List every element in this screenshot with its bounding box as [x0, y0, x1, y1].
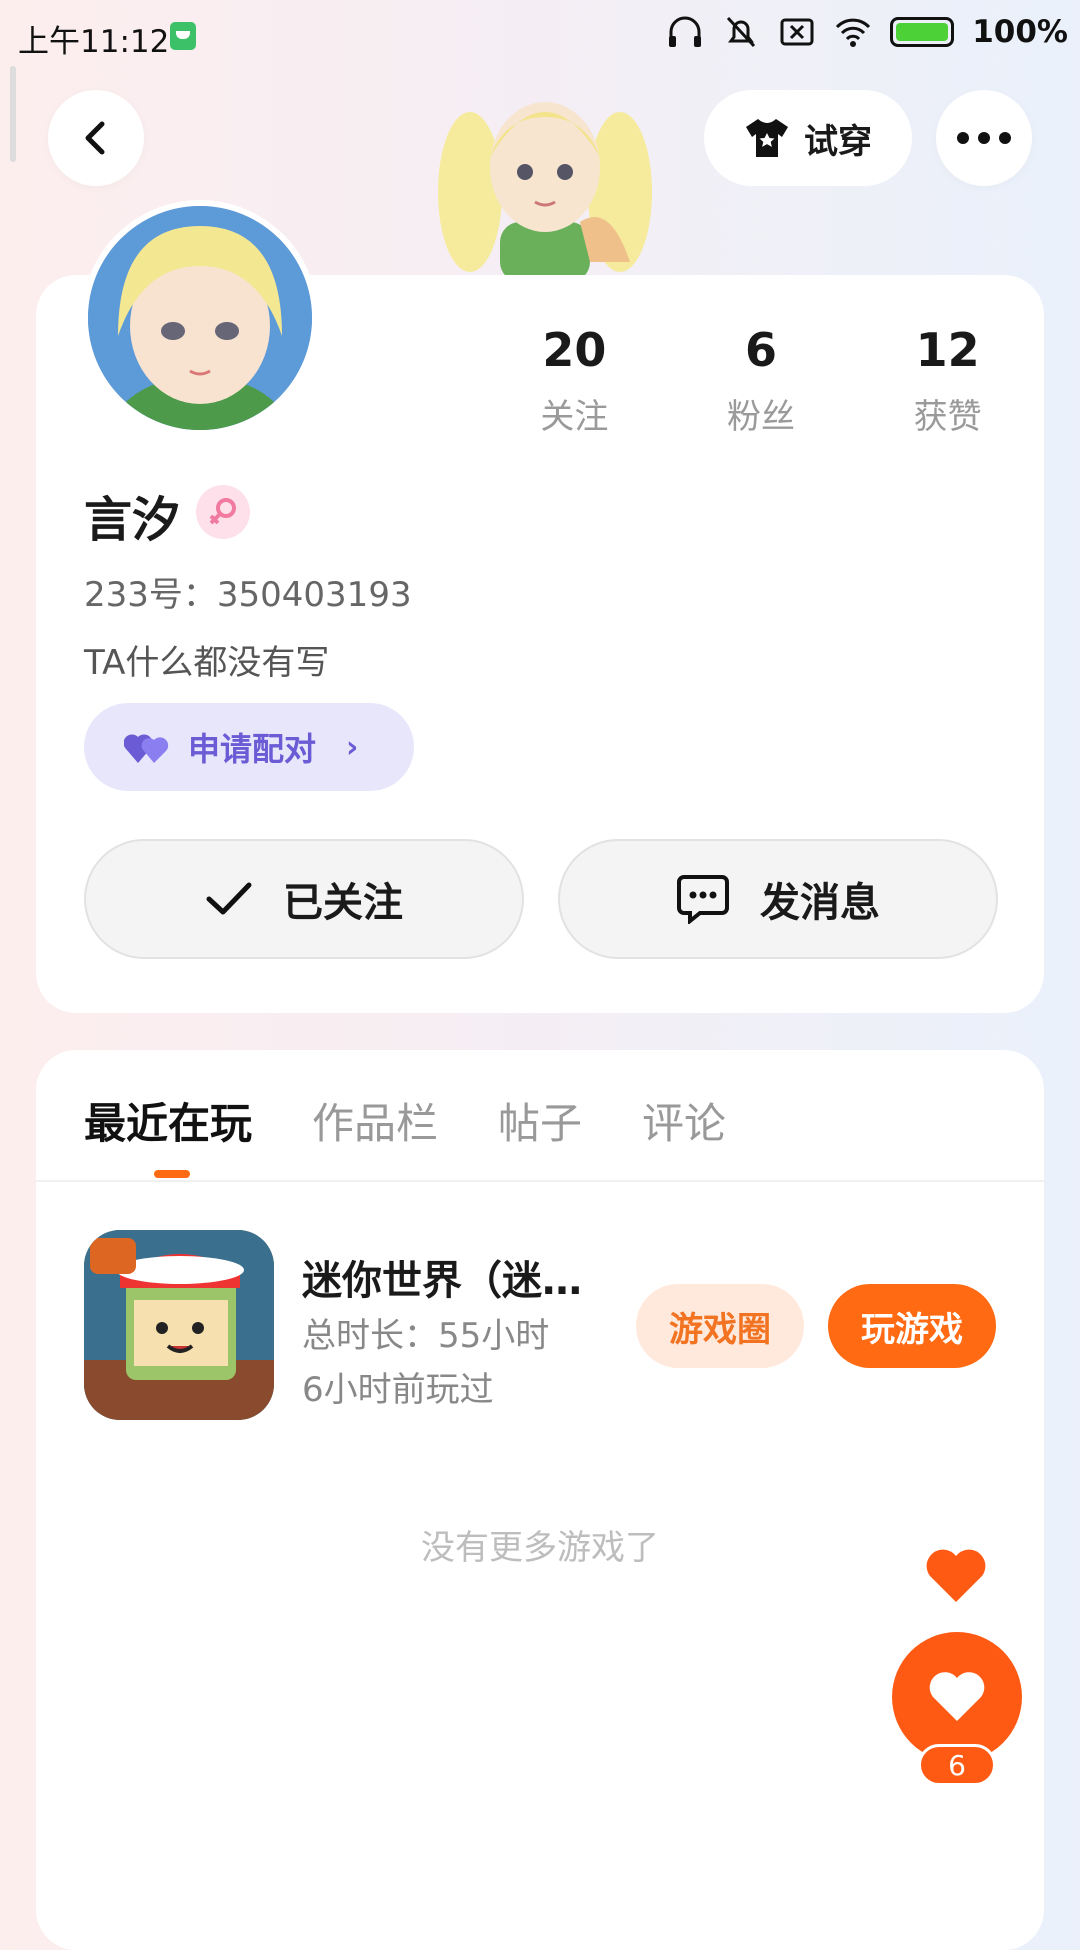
status-bar: 上午11:12 100%: [0, 0, 1080, 72]
followed-label: 已关注: [283, 880, 403, 926]
pair-request-label: 申请配对: [188, 730, 317, 768]
tshirt-icon: [746, 119, 788, 157]
like-count-badge: 6: [918, 1744, 996, 1786]
tab-works[interactable]: 作品栏: [312, 1090, 438, 1151]
status-time: 上午11:12: [18, 24, 170, 60]
heart-icon: [929, 1672, 985, 1721]
stat-value: 6: [745, 323, 778, 377]
play-game-button[interactable]: 玩游戏: [828, 1284, 996, 1368]
notification-app-icon: [170, 22, 196, 50]
character-preview[interactable]: [430, 72, 660, 277]
followed-button[interactable]: 已关注: [84, 839, 524, 959]
avatar[interactable]: [82, 200, 318, 436]
game-total-duration: 总时长：55小时: [302, 1316, 550, 1356]
double-heart-icon: [124, 734, 169, 763]
headphones-icon: [669, 16, 702, 47]
send-message-button[interactable]: 发消息: [558, 839, 998, 959]
stat-value: 20: [542, 323, 607, 377]
floating-heart-icon: [926, 1549, 986, 1602]
game-icon[interactable]: [84, 1230, 274, 1420]
battery-percent: 100%: [972, 14, 1068, 50]
content-card: 最近在玩 作品栏 帖子 评论 迷你世界（迷… 总时长：55小时 6小时前玩过 游…: [36, 1050, 1044, 1950]
more-button[interactable]: [936, 90, 1032, 186]
wifi-icon: [836, 18, 871, 47]
scroll-indicator: [10, 66, 16, 162]
female-gender-icon: [196, 485, 250, 539]
no-more-games-text: 没有更多游戏了: [421, 1528, 659, 1568]
stat-label: 关注: [540, 397, 609, 437]
try-on-button[interactable]: 试穿: [704, 90, 912, 186]
like-button[interactable]: [892, 1632, 1022, 1762]
tab-divider: [36, 1180, 1044, 1182]
try-on-label: 试穿: [804, 121, 872, 162]
stat-label: 获赞: [913, 397, 982, 437]
stat-following[interactable]: 20 关注: [481, 323, 668, 438]
stat-label: 粉丝: [727, 397, 795, 437]
game-title: 迷你世界（迷…: [302, 1258, 582, 1304]
profile-name: 言汐: [84, 492, 181, 548]
mute-bell-icon: [727, 16, 756, 48]
stat-value: 12: [915, 323, 980, 377]
tab-comments[interactable]: 评论: [642, 1090, 726, 1151]
game-list-item[interactable]: 迷你世界（迷… 总时长：55小时 6小时前玩过 游戏圈 玩游戏: [84, 1230, 1004, 1430]
more-dots-icon: [957, 132, 1011, 144]
game-last-played: 6小时前玩过: [302, 1370, 494, 1410]
back-button[interactable]: [48, 90, 144, 186]
avatar-image: [88, 206, 312, 430]
tab-recently-played[interactable]: 最近在玩: [84, 1090, 252, 1178]
tab-posts[interactable]: 帖子: [498, 1090, 582, 1151]
profile-tabs: 最近在玩 作品栏 帖子 评论: [84, 1090, 726, 1178]
sim-off-icon: [780, 18, 814, 46]
back-arrow-icon: [85, 121, 105, 155]
profile-stats: 20 关注 6 粉丝 12 获赞: [481, 323, 1041, 438]
profile-bio: TA什么都没有写: [84, 643, 330, 683]
character-figure-image: [438, 102, 652, 277]
stat-likes[interactable]: 12 获赞: [854, 323, 1041, 438]
game-circle-button[interactable]: 游戏圈: [636, 1284, 804, 1368]
game-cover-image: [84, 1230, 274, 1420]
check-icon: [206, 882, 252, 915]
chat-bubble-icon: [677, 875, 729, 924]
pair-request-button[interactable]: 申请配对 ›: [84, 703, 414, 791]
battery-icon: [890, 17, 955, 47]
send-message-label: 发消息: [760, 880, 880, 926]
user-id: 233号：350403193: [84, 575, 412, 615]
stat-followers[interactable]: 6 粉丝: [668, 323, 855, 438]
chevron-right-icon: ›: [346, 729, 359, 765]
